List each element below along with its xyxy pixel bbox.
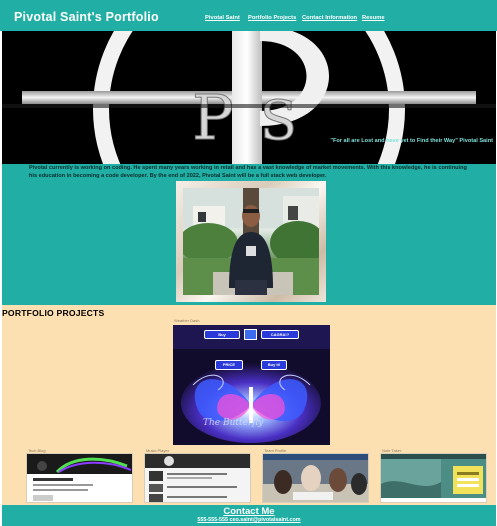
about-paragraph: Pivotal currently is working on coding. … bbox=[29, 165, 467, 179]
portfolio-heading: PORTFOLIO PROJECTS bbox=[2, 308, 105, 318]
featured-project-image[interactable]: Buy CAGRA!? PRICE Buy it! The Butterfly bbox=[173, 325, 330, 445]
hero-banner: P S "For all are Lost and have yet to Fi… bbox=[2, 31, 496, 164]
project-thumb-2[interactable] bbox=[144, 453, 251, 503]
featured-button-2[interactable]: CAGRA!? bbox=[261, 330, 299, 339]
thumb-3-graphic bbox=[263, 454, 368, 502]
nav-link-portfolio-projects[interactable]: Portfolio Projects bbox=[248, 15, 296, 21]
profile-photo-frame bbox=[176, 181, 326, 302]
featured-project-caption: Weather Dash bbox=[174, 318, 200, 323]
nav-link-contact-information[interactable]: Contact Information bbox=[302, 15, 357, 21]
ps-logo-graphic: P S bbox=[2, 31, 496, 164]
project-thumb-1[interactable] bbox=[26, 453, 133, 503]
featured-overlay-text: The Butterfly bbox=[203, 418, 264, 428]
contact-details-link[interactable]: 555-555-555 ceo.saint@pivotalsaint.com bbox=[2, 517, 496, 523]
hero-quote: "For all are Lost and have yet to Find t… bbox=[330, 138, 493, 144]
featured-logo-icon bbox=[244, 329, 257, 340]
featured-button-3[interactable]: PRICE bbox=[215, 360, 243, 370]
site-header: Pivotal Saint's Portfolio Pivotal Saint … bbox=[0, 0, 497, 31]
nav-link-pivotal-saint[interactable]: Pivotal Saint bbox=[205, 15, 240, 21]
nav-link-resume[interactable]: Resume bbox=[362, 15, 385, 21]
project-thumb-3[interactable] bbox=[262, 453, 369, 503]
thumb-2-graphic bbox=[145, 454, 250, 502]
project-thumb-4[interactable] bbox=[380, 453, 487, 503]
site-footer: Contact Me 555-555-555 ceo.saint@pivotal… bbox=[2, 505, 496, 526]
featured-button-1[interactable]: Buy bbox=[204, 330, 240, 339]
profile-photo bbox=[183, 188, 319, 295]
thumb-1-graphic bbox=[27, 454, 132, 502]
svg-text:S: S bbox=[260, 89, 297, 152]
featured-button-4[interactable]: Buy it! bbox=[261, 360, 287, 370]
contact-me-link[interactable]: Contact Me bbox=[2, 506, 496, 517]
person-photo-graphic bbox=[183, 188, 319, 295]
about-section: Pivotal currently is working on coding. … bbox=[2, 164, 496, 305]
portfolio-section: PORTFOLIO PROJECTS Weather Dash Buy CAGR… bbox=[2, 305, 496, 505]
svg-text:P: P bbox=[192, 81, 234, 154]
thumb-4-graphic bbox=[381, 454, 486, 502]
site-title: Pivotal Saint's Portfolio bbox=[14, 10, 159, 24]
